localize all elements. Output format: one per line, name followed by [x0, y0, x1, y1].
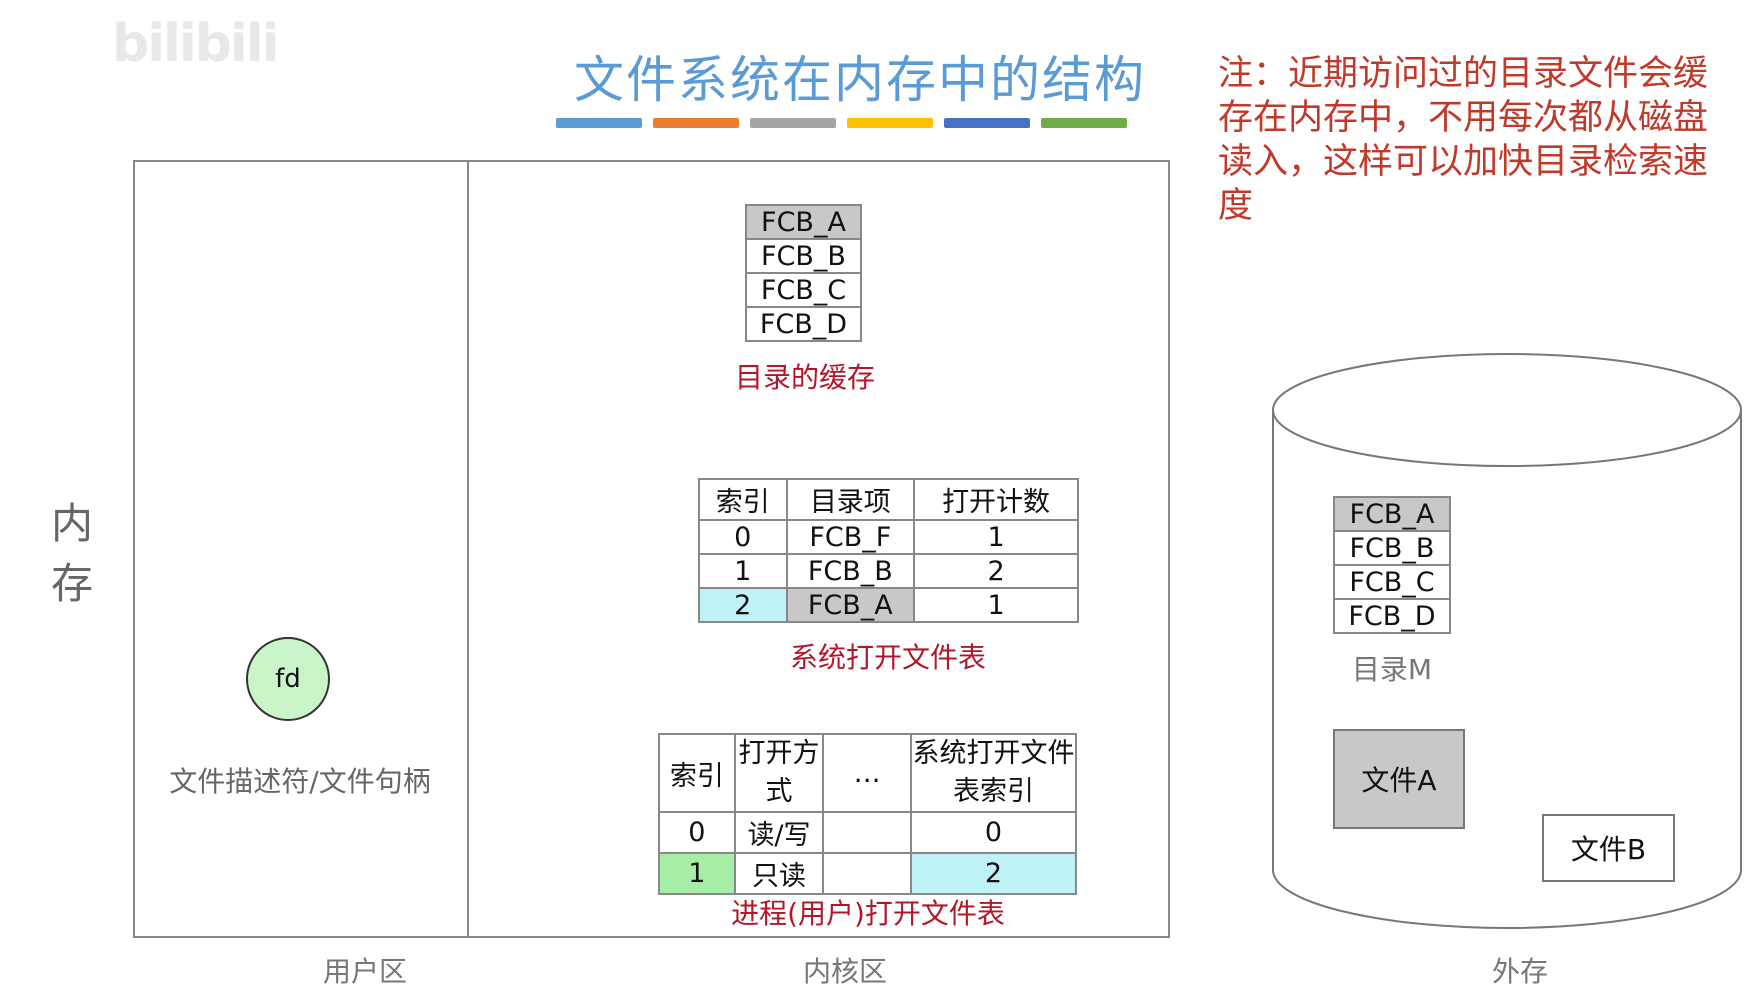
proc-table-header: 系统打开文件表索引: [909, 733, 1078, 813]
proc-table-cell: 0: [909, 811, 1078, 854]
table-row: 0 FCB_F 1: [698, 519, 1079, 555]
color-bar-orange: [653, 118, 739, 128]
disk-dir-item: FCB_C: [1333, 564, 1451, 600]
disk-cylinder: [1272, 353, 1742, 929]
proc-table-cell: 2: [909, 852, 1078, 895]
table-row: 1 只读 2: [658, 852, 1078, 895]
sys-table-cell: 1: [913, 587, 1079, 623]
sys-table-cell: FCB_B: [785, 553, 916, 589]
directory-cache-list: FCB_A FCB_B FCB_C FCB_D: [745, 204, 862, 342]
disk-dir-item: FCB_B: [1333, 530, 1451, 566]
process-open-file-table: 索引 打开方式 … 系统打开文件表索引 0 读/写 0 1 只读 2: [658, 733, 1078, 895]
dir-cache-caption: 目录的缓存: [734, 361, 875, 394]
proc-table-cell: [822, 852, 912, 895]
dir-cache-item: FCB_D: [745, 306, 862, 342]
proc-table-cell: 读/写: [733, 811, 825, 854]
sys-table-cell: 2: [698, 587, 788, 623]
color-bar-gray: [750, 118, 836, 128]
user-zone-label: 用户区: [322, 955, 407, 988]
sys-table-header: 目录项: [785, 478, 916, 521]
disk-dir-item: FCB_D: [1333, 598, 1451, 634]
sys-table-cell: 1: [698, 553, 788, 589]
disk-directory-label: 目录M: [1351, 653, 1433, 686]
memory-label-char-1: 内: [50, 499, 93, 548]
bilibili-watermark: bilibili: [112, 14, 279, 74]
table-row: 2 FCB_A 1: [698, 587, 1079, 623]
color-bar-darkblue: [944, 118, 1030, 128]
dir-cache-item: FCB_C: [745, 272, 862, 308]
system-open-table-caption: 系统打开文件表: [789, 641, 986, 674]
proc-table-header: …: [822, 733, 912, 813]
sys-table-cell: 0: [698, 519, 788, 555]
sys-table-header: 打开计数: [913, 478, 1079, 521]
dir-cache-item: FCB_A: [745, 204, 862, 240]
file-b-label: 文件B: [1570, 833, 1647, 866]
kernel-zone-label: 内核区: [802, 955, 887, 988]
proc-table-header: 索引: [658, 733, 736, 813]
system-open-file-table: 索引 目录项 打开计数 0 FCB_F 1 1 FCB_B 2 2 FCB_A …: [698, 478, 1079, 623]
dir-cache-item: FCB_B: [745, 238, 862, 274]
table-row: 0 读/写 0: [658, 811, 1078, 854]
file-descriptor-label: 文件描述符/文件句柄: [169, 765, 431, 798]
color-bar-green: [1041, 118, 1127, 128]
color-bar-yellow: [847, 118, 933, 128]
user-region: [133, 160, 469, 938]
file-a-box: 文件A: [1333, 729, 1465, 829]
disk-dir-item: FCB_A: [1333, 496, 1451, 532]
sys-table-cell: FCB_F: [785, 519, 916, 555]
sys-table-cell: FCB_A: [785, 587, 916, 623]
file-a-label: 文件A: [1361, 764, 1437, 797]
sys-table-cell: 1: [913, 519, 1079, 555]
sys-table-header: 索引: [698, 478, 788, 521]
memory-label-char-2: 存: [50, 559, 93, 608]
diagram-title: 文件系统在内存中的结构: [574, 51, 1146, 109]
proc-table-cell: [822, 811, 912, 854]
external-zone-label: 外存: [1491, 955, 1548, 988]
proc-table-cell: 0: [658, 811, 736, 854]
file-descriptor-circle: fd: [246, 637, 330, 721]
fd-label: fd: [275, 664, 301, 694]
sys-table-cell: 2: [913, 553, 1079, 589]
memory-label: 内 存: [46, 494, 98, 614]
process-open-table-caption: 进程(用户)打开文件表: [731, 897, 1005, 930]
proc-table-cell: 1: [658, 852, 736, 895]
table-row: 1 FCB_B 2: [698, 553, 1079, 589]
proc-table-header: 打开方式: [733, 733, 825, 813]
file-b-box: 文件B: [1542, 814, 1675, 882]
proc-table-cell: 只读: [733, 852, 825, 895]
cache-note: 注：近期访问过的目录文件会缓存在内存中，不用每次都从磁盘读入，这样可以加快目录检…: [1218, 54, 1709, 226]
color-bar-blue: [556, 118, 642, 128]
disk-directory-list: FCB_A FCB_B FCB_C FCB_D: [1333, 496, 1451, 634]
